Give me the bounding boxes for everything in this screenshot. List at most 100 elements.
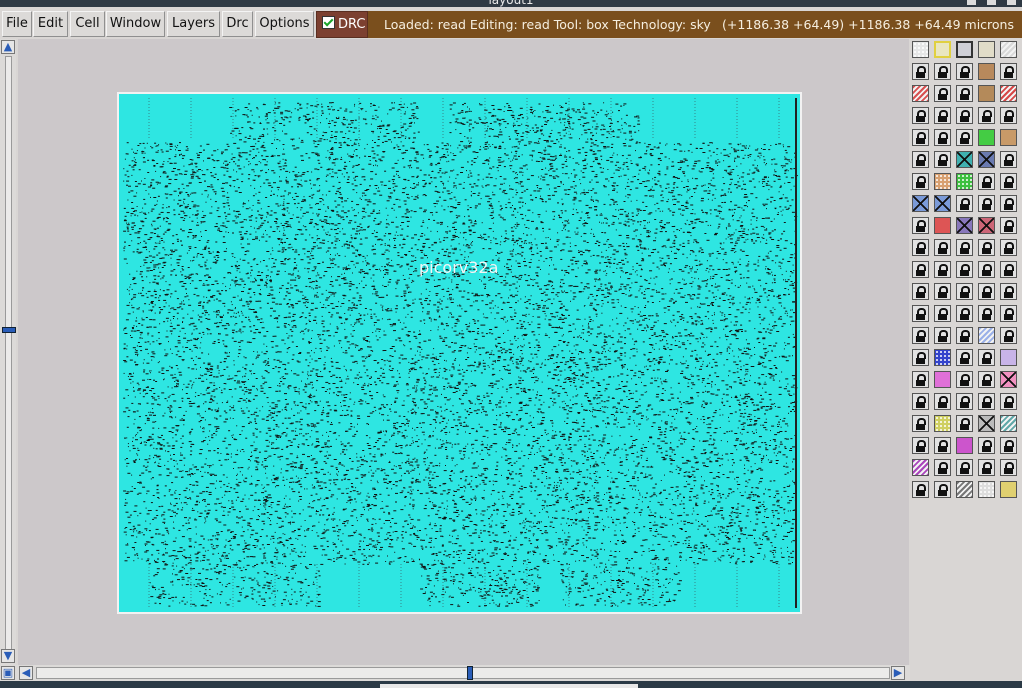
locked-layer-icon[interactable] (956, 261, 973, 278)
locked-layer-icon[interactable] (912, 371, 929, 388)
locked-layer-icon[interactable] (956, 85, 973, 102)
locked-layer-icon[interactable] (1000, 151, 1017, 168)
drc-toggle[interactable]: DRC (316, 11, 368, 38)
cell-layout[interactable]: picorv32a (117, 92, 802, 614)
locked-layer-icon[interactable] (956, 63, 973, 80)
locked-layer-icon[interactable] (912, 151, 929, 168)
vertical-scrollbar[interactable]: ▲ ▼ (0, 39, 16, 665)
locked-layer-icon[interactable] (956, 239, 973, 256)
layer-swatch-blue-x[interactable] (978, 151, 995, 168)
locked-layer-icon[interactable] (934, 85, 951, 102)
vertical-scroll-track[interactable] (5, 56, 12, 650)
close-icon[interactable] (1007, 0, 1016, 5)
layer-swatch-yellow-dots[interactable] (934, 415, 951, 432)
locked-layer-icon[interactable] (1000, 239, 1017, 256)
locked-layer-icon[interactable] (912, 349, 929, 366)
locked-layer-icon[interactable] (912, 173, 929, 190)
locked-layer-icon[interactable] (978, 437, 995, 454)
layer-swatch-purple-hatch[interactable] (912, 459, 929, 476)
layer-swatch-brown[interactable] (978, 63, 995, 80)
locked-layer-icon[interactable] (1000, 261, 1017, 278)
locked-layer-icon[interactable] (912, 415, 929, 432)
layer-swatch-red-hatch[interactable] (912, 85, 929, 102)
layer-swatch-green-dots[interactable] (956, 173, 973, 190)
locked-layer-icon[interactable] (978, 261, 995, 278)
layout-canvas[interactable]: picorv32a (18, 39, 909, 665)
locked-layer-icon[interactable] (912, 129, 929, 146)
horizontal-scrollbar[interactable]: ▣ ◀ ▶ (0, 665, 910, 681)
locked-layer-icon[interactable] (912, 283, 929, 300)
menu-edit[interactable]: Edit (33, 11, 68, 37)
layer-swatch-lavender[interactable] (1000, 349, 1017, 366)
layer-swatch-yellow-border[interactable] (934, 41, 951, 58)
layer-swatch-orange-dots[interactable] (934, 173, 951, 190)
locked-layer-icon[interactable] (934, 305, 951, 322)
locked-layer-icon[interactable] (956, 393, 973, 410)
menu-options[interactable]: Options (255, 11, 314, 37)
locked-layer-icon[interactable] (1000, 63, 1017, 80)
locked-layer-icon[interactable] (934, 151, 951, 168)
locked-layer-icon[interactable] (956, 371, 973, 388)
menu-layers[interactable]: Layers (167, 11, 220, 37)
locked-layer-icon[interactable] (978, 283, 995, 300)
scroll-right-icon[interactable]: ▶ (891, 666, 905, 680)
layer-swatch-teal-lines[interactable] (1000, 415, 1017, 432)
locked-layer-icon[interactable] (1000, 217, 1017, 234)
locked-layer-icon[interactable] (978, 239, 995, 256)
scroll-down-icon[interactable]: ▼ (1, 649, 15, 663)
layer-swatch-green[interactable] (978, 129, 995, 146)
locked-layer-icon[interactable] (956, 415, 973, 432)
maximize-icon[interactable] (987, 0, 996, 5)
locked-layer-icon[interactable] (956, 459, 973, 476)
horizontal-scroll-thumb[interactable] (467, 666, 473, 680)
locked-layer-icon[interactable] (912, 239, 929, 256)
locked-layer-icon[interactable] (934, 283, 951, 300)
locked-layer-icon[interactable] (934, 327, 951, 344)
menu-cell[interactable]: Cell (70, 11, 105, 37)
layer-swatch-blue-lines[interactable] (978, 327, 995, 344)
layer-swatch-dots[interactable] (912, 41, 929, 58)
locked-layer-icon[interactable] (934, 63, 951, 80)
layer-swatch-grey-x[interactable] (978, 415, 995, 432)
locked-layer-icon[interactable] (912, 261, 929, 278)
locked-layer-icon[interactable] (934, 261, 951, 278)
layer-swatch-dots[interactable] (978, 481, 995, 498)
layer-swatch-blue-check[interactable] (934, 349, 951, 366)
vertical-scroll-thumb[interactable] (2, 327, 16, 333)
layer-swatch-pink[interactable] (934, 371, 951, 388)
locked-layer-icon[interactable] (1000, 327, 1017, 344)
locked-layer-icon[interactable] (978, 349, 995, 366)
locked-layer-icon[interactable] (1000, 305, 1017, 322)
horizontal-scroll-track[interactable] (36, 667, 890, 679)
scroll-left-icon[interactable]: ◀ (19, 666, 33, 680)
checkbox-icon[interactable] (322, 16, 335, 29)
locked-layer-icon[interactable] (1000, 393, 1017, 410)
locked-layer-icon[interactable] (912, 437, 929, 454)
layer-swatch-tan[interactable] (1000, 129, 1017, 146)
locked-layer-icon[interactable] (934, 107, 951, 124)
zoom-box-icon[interactable]: ▣ (1, 666, 15, 680)
locked-layer-icon[interactable] (1000, 459, 1017, 476)
locked-layer-icon[interactable] (956, 327, 973, 344)
locked-layer-icon[interactable] (934, 481, 951, 498)
layer-swatch-yellow[interactable] (1000, 481, 1017, 498)
layer-swatch-grey-diag[interactable] (956, 481, 973, 498)
locked-layer-icon[interactable] (956, 195, 973, 212)
locked-layer-icon[interactable] (956, 349, 973, 366)
layer-swatch-teal-x[interactable] (956, 151, 973, 168)
minimize-icon[interactable] (967, 0, 976, 5)
locked-layer-icon[interactable] (934, 459, 951, 476)
locked-layer-icon[interactable] (956, 107, 973, 124)
locked-layer-icon[interactable] (912, 481, 929, 498)
locked-layer-icon[interactable] (1000, 437, 1017, 454)
locked-layer-icon[interactable] (912, 327, 929, 344)
locked-layer-icon[interactable] (956, 129, 973, 146)
scroll-up-icon[interactable]: ▲ (1, 40, 15, 54)
locked-layer-icon[interactable] (934, 129, 951, 146)
layer-swatch-purple-x[interactable] (956, 217, 973, 234)
menu-drc[interactable]: Drc (222, 11, 253, 37)
layer-swatch-red-x[interactable] (978, 217, 995, 234)
locked-layer-icon[interactable] (1000, 283, 1017, 300)
locked-layer-icon[interactable] (978, 393, 995, 410)
menu-window[interactable]: Window (106, 11, 165, 37)
